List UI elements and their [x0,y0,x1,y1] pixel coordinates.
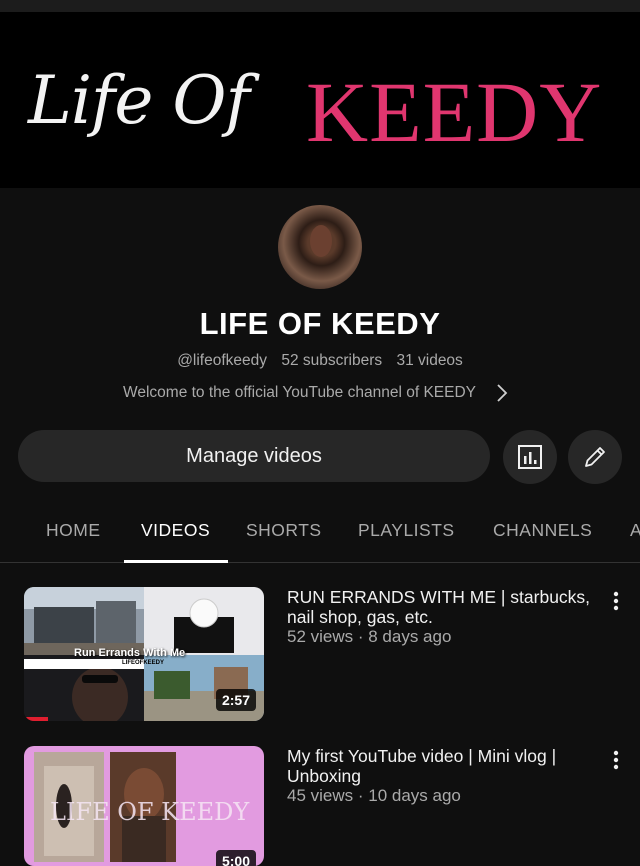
channel-handle: @lifeofkeedy [177,352,268,369]
active-tab-indicator [124,560,228,563]
channel-tabs: HOME VIDEOS SHORTS PLAYLISTS CHANNELS A [0,500,640,563]
video-duration: 5:00 [215,850,256,866]
more-options-icon[interactable] [606,748,626,772]
video-thumbnail[interactable]: Run Errands With Me LIFEOFKEEDY 2:57 [24,587,264,721]
video-duration: 2:57 [215,689,256,711]
banner-bold-text: KEEDY [306,64,603,160]
tab-videos[interactable]: VIDEOS [141,520,210,541]
video-thumbnail[interactable]: LIFE OF KEEDY 5:00 [24,746,264,866]
video-meta: 45 views · 10 days ago [287,786,461,805]
edit-channel-button[interactable] [568,430,622,484]
analytics-button[interactable] [503,430,557,484]
thumbnail-caption: LIFE OF KEEDY [50,798,250,826]
tab-playlists[interactable]: PLAYLISTS [358,520,455,541]
video-count: 31 videos [396,352,463,369]
channel-meta: @lifeofkeedy 52 subscribers 31 videos [0,352,640,370]
thumbnail-caption: Run Errands With Me [74,647,186,659]
video-meta: 52 views · 8 days ago [287,627,452,646]
thumbnail-search-text: LIFEOFKEEDY [122,660,165,666]
tab-home[interactable]: HOME [46,520,101,541]
channel-description-link[interactable]: Welcome to the official YouTube channel … [123,383,510,403]
more-options-icon[interactable] [606,589,626,613]
banner-script-text: Life Of [28,62,250,139]
status-strip [0,0,640,12]
video-title[interactable]: My first YouTube video | Mini vlog | Unb… [287,746,597,786]
tab-shorts[interactable]: SHORTS [246,520,322,541]
tab-channels[interactable]: CHANNELS [493,520,592,541]
chevron-right-icon [497,384,508,402]
analytics-icon [518,445,542,469]
channel-name: LIFE OF KEEDY [199,306,441,341]
channel-description: Welcome to the official YouTube channel … [123,384,476,401]
channel-banner: Life Of KEEDY [0,12,640,188]
avatar[interactable] [278,205,362,289]
video-title[interactable]: RUN ERRANDS WITH ME | starbucks, nail sh… [287,587,597,627]
tab-about-partial[interactable]: A [630,520,640,541]
avatar-face [310,225,332,257]
manage-videos-button[interactable]: Manage videos [18,430,490,482]
subscriber-count: 52 subscribers [281,352,383,369]
pencil-icon [585,447,605,467]
